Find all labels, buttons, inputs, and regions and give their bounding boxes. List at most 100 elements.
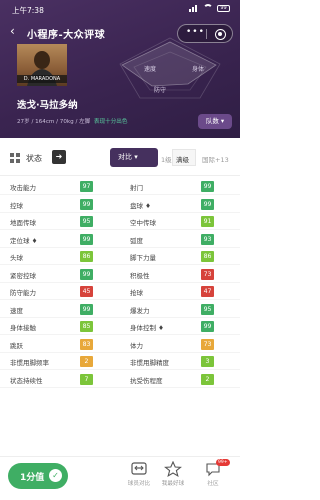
attribute-row: 速度 99 爆发力 95 xyxy=(0,301,240,318)
attribute-label: 地面传球 xyxy=(10,219,36,227)
player-info-text: 27岁 / 164cm / 70kg / 左脚 xyxy=(17,119,91,125)
attribute-label: 攻击能力 xyxy=(10,184,36,192)
attributes-panel: 状态 ➜ 对比 ▾ 1级 满级 国际+13 攻击能力 97 射门 99 控球 99 盘球 ♦… xyxy=(0,138,240,456)
attribute-row: 头球 86 脚下力量 86 xyxy=(0,248,240,265)
player-header: 上午7:38 99 ‹ 小程序-大众评球 ••• D. MARADONA 速度 … xyxy=(0,0,240,138)
battery-icon: 99 xyxy=(217,4,230,12)
attribute-value: 95 xyxy=(201,303,214,315)
status-arrow-button[interactable]: ➜ xyxy=(52,150,66,164)
attribute-value: 99 xyxy=(201,321,214,332)
attribute-label: 身体接触 xyxy=(10,324,36,332)
page-title: 小程序-大众评球 xyxy=(27,30,106,41)
notification-badge: 99+ xyxy=(216,459,230,466)
segment-max-level[interactable]: 满级 xyxy=(176,154,189,164)
attribute-value: 99 xyxy=(201,181,214,192)
radar-label-physical: 身体 xyxy=(192,66,205,73)
attribute-value: 2 xyxy=(80,356,93,367)
radar-label-speed: 速度 xyxy=(144,66,157,73)
player-photo: D. MARADONA xyxy=(17,44,67,86)
attribute-value: 99 xyxy=(80,268,93,280)
attribute-row: 非惯用脚频率 2 非惯用脚精度 3 xyxy=(0,353,240,370)
attribute-value: 99 xyxy=(80,233,93,245)
attribute-label: 爆发力 xyxy=(130,306,150,315)
attribute-label: 状态持续性 xyxy=(10,376,43,385)
radar-label-defense: 防守 xyxy=(154,87,167,94)
player-info-highlight: 表现十分出色 xyxy=(93,119,128,125)
attribute-label: 定位球 ♦ xyxy=(10,236,38,245)
player-name: 迭戈·马拉多纳 xyxy=(17,100,78,111)
toolbar-row: 状态 ➜ 对比 ▾ 1级 满级 国际+13 xyxy=(0,138,240,176)
attribute-label: 射门 xyxy=(130,184,143,192)
attribute-label: 盘球 ♦ xyxy=(130,201,151,210)
segment-international[interactable]: 国际+13 xyxy=(202,154,229,164)
attribute-row: 攻击能力 97 射门 99 xyxy=(0,178,240,195)
status-label: 状态 xyxy=(26,154,42,163)
attribute-label: 抢球 xyxy=(130,289,143,297)
rate-button-label: 1分值 xyxy=(20,473,45,483)
attribute-value: 3 xyxy=(201,356,214,367)
attribute-row: 定位球 ♦ 99 弧度 93 xyxy=(0,231,240,248)
attribute-value: 45 xyxy=(80,286,93,297)
status-bar: 上午7:38 99 xyxy=(0,0,240,18)
attribute-row: 身体接触 85 身体控制 ♦ 99 xyxy=(0,318,240,335)
bottom-bar: 1分值 ✓ 球员对比 我最好球 99+ 社区 xyxy=(0,456,240,500)
attribute-value: 73 xyxy=(201,268,214,280)
attribute-row: 地面传球 95 空中传球 91 xyxy=(0,213,240,230)
compare-icon xyxy=(131,462,147,475)
attribute-value: 95 xyxy=(80,216,93,227)
radar-chart: 速度 身体 防守 xyxy=(110,34,230,104)
attribute-label: 控球 xyxy=(10,201,23,210)
attribute-row: 跳跃 83 体力 73 xyxy=(0,336,240,353)
attribute-value: 91 xyxy=(201,216,214,227)
attribute-label: 积极性 xyxy=(130,271,150,280)
radar-shape xyxy=(119,37,221,99)
photo-name-tag: D. MARADONA xyxy=(17,75,67,83)
team-select-button[interactable]: 队数 ▾ xyxy=(198,114,232,129)
attribute-value: 97 xyxy=(80,181,93,192)
attribute-label: 体力 xyxy=(130,341,143,350)
attribute-value: 47 xyxy=(201,286,214,297)
attribute-label: 身体控制 ♦ xyxy=(130,324,164,332)
star-icon xyxy=(164,461,182,477)
attribute-label: 防守能力 xyxy=(10,289,36,297)
attribute-value: 73 xyxy=(201,338,214,350)
attribute-value: 99 xyxy=(80,303,93,315)
signal-icon xyxy=(189,4,199,12)
check-icon: ✓ xyxy=(49,469,62,482)
back-icon[interactable]: ‹ xyxy=(10,24,15,38)
attribute-label: 抗受伤程度 xyxy=(130,376,163,385)
attribute-value: 99 xyxy=(201,198,214,210)
player-info: 27岁 / 164cm / 70kg / 左脚 表现十分出色 xyxy=(17,117,127,125)
attribute-label: 脚下力量 xyxy=(130,254,156,262)
attribute-value: 83 xyxy=(80,338,93,350)
attribute-label: 弧度 xyxy=(130,236,143,245)
attribute-row: 紧密控球 99 积极性 73 xyxy=(0,266,240,283)
status-icons: 99 xyxy=(189,4,230,12)
attribute-label: 空中传球 xyxy=(130,219,156,227)
attribute-label: 速度 xyxy=(10,306,23,315)
attribute-value: 86 xyxy=(201,251,214,262)
attribute-value: 86 xyxy=(80,251,93,262)
compare-button[interactable]: 对比 ▾ xyxy=(110,148,158,167)
attribute-row: 防守能力 45 抢球 47 xyxy=(0,283,240,300)
attribute-row: 控球 99 盘球 ♦ 99 xyxy=(0,196,240,213)
attribute-label: 跳跃 xyxy=(10,341,23,350)
bottom-item-favorite-label: 我最好球 xyxy=(161,481,185,487)
segment-level-1[interactable]: 1级 xyxy=(161,154,172,164)
bottom-item-community[interactable]: 99+ 社区 xyxy=(192,459,234,487)
grid-icon[interactable] xyxy=(10,153,20,163)
attribute-label: 非惯用脚频率 xyxy=(10,359,49,367)
bottom-item-favorite[interactable]: 我最好球 xyxy=(152,461,194,487)
status-time: 上午7:38 xyxy=(12,6,44,15)
attribute-value: 85 xyxy=(80,321,93,332)
wifi-icon xyxy=(203,4,213,12)
attribute-value: 7 xyxy=(80,373,93,385)
attribute-value: 2 xyxy=(201,373,214,385)
attribute-label: 头球 xyxy=(10,254,23,262)
bottom-item-community-label: 社区 xyxy=(207,481,219,487)
attribute-label: 紧密控球 xyxy=(10,271,36,280)
attribute-row: 状态持续性 7 抗受伤程度 2 xyxy=(0,371,240,388)
attribute-label: 非惯用脚精度 xyxy=(130,359,169,367)
attribute-value: 99 xyxy=(80,198,93,210)
rate-button[interactable]: 1分值 ✓ xyxy=(8,463,68,489)
